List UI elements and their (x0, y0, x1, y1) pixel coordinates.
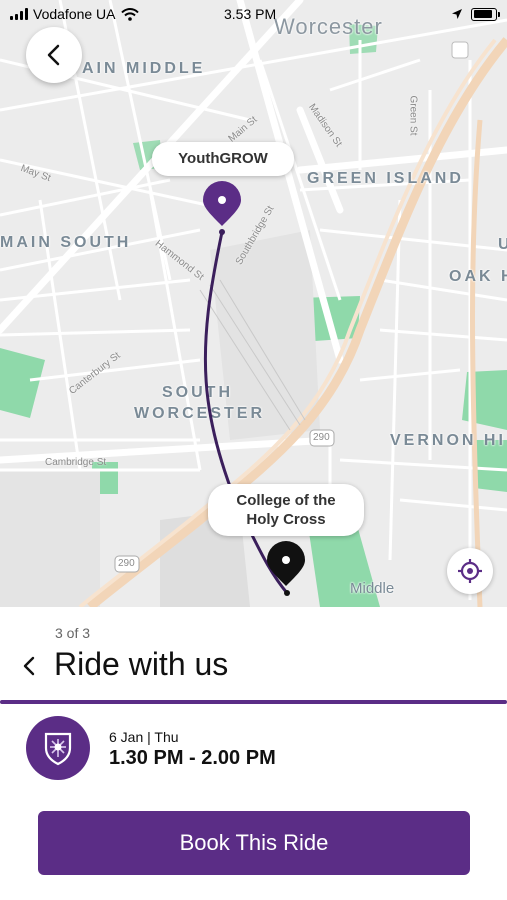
dropoff-label-line2: Holy Cross (246, 511, 326, 528)
pickup-callout[interactable]: YouthGROW (152, 142, 294, 176)
chevron-left-icon (47, 44, 60, 66)
carrier-name: Vodafone UA (33, 6, 116, 22)
book-ride-button[interactable]: Book This Ride (38, 811, 470, 875)
pickup-pin-icon (203, 181, 241, 226)
ride-sheet: 3 of 3 Ride with us 6 Jan | Thu 1.30 PM … (0, 607, 507, 900)
battery-icon (471, 7, 500, 21)
battery-fill (473, 10, 493, 18)
status-left: Vodafone UA (10, 6, 139, 22)
pickup-label: YouthGROW (178, 150, 268, 167)
location-arrow-icon (452, 9, 462, 19)
sheet-header: Ride with us (0, 644, 507, 688)
signal-icon (10, 8, 28, 20)
status-right (451, 7, 500, 21)
ride-date: 6 Jan | Thu (109, 729, 179, 745)
map-back-button[interactable] (26, 27, 82, 83)
status-bar: Vodafone UA 3.53 PM (0, 0, 507, 28)
shield-crest-icon (44, 732, 72, 766)
progress-divider (0, 700, 507, 704)
ride-avatar (26, 716, 90, 780)
dropoff-pin-icon (267, 541, 305, 586)
page-title: Ride with us (54, 646, 229, 682)
ride-summary: 6 Jan | Thu 1.30 PM - 2.00 PM (0, 715, 507, 795)
status-time: 3.53 PM (224, 6, 277, 22)
wifi-icon (120, 7, 139, 21)
map-view[interactable]: 290 290 Worcester AIN MIDDLE GREEN ISLAN… (0, 0, 507, 607)
my-location-button[interactable] (447, 548, 493, 594)
dropoff-callout[interactable]: College of the Holy Cross (208, 484, 364, 536)
ride-time: 1.30 PM - 2.00 PM (109, 747, 276, 769)
back-chevron-icon[interactable] (18, 654, 40, 678)
crosshair-icon (458, 559, 482, 583)
step-indicator: 3 of 3 (55, 625, 91, 641)
dropoff-label-line1: College of the (236, 492, 336, 509)
